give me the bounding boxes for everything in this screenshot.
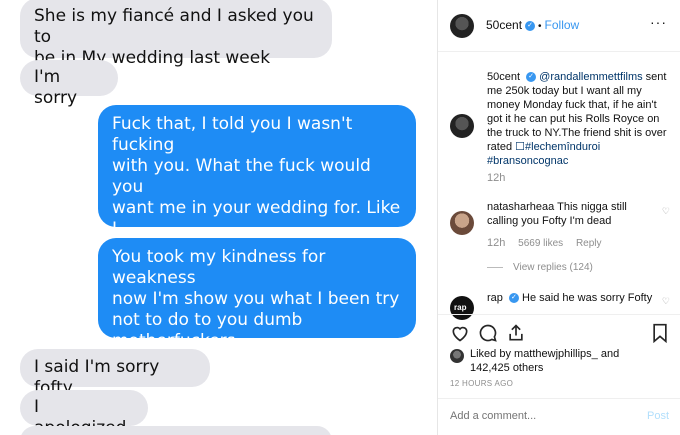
view-replies-label: View replies (124) bbox=[513, 262, 593, 273]
message-bubble-received: I'm sorry bbox=[20, 60, 118, 108]
verified-badge-icon: ✓ bbox=[525, 20, 536, 31]
username-link[interactable]: natasharheaa bbox=[487, 201, 554, 213]
comment-text: He said he was sorry Fofty bbox=[522, 292, 653, 304]
message-bubble-sent: You took my kindness for weakness now I'… bbox=[98, 238, 416, 351]
verified-badge-icon: ✓ bbox=[526, 72, 537, 83]
more-options-icon[interactable]: ··· bbox=[650, 14, 667, 30]
post-actions-bar bbox=[438, 314, 680, 350]
comment-like-heart-icon[interactable]: ♡ bbox=[662, 206, 670, 217]
comment: natasharheaa This nigga still calling yo… bbox=[487, 200, 657, 228]
message-bubble-sent: Fuck that, I told you I wasn't fucking w… bbox=[98, 105, 416, 281]
reply-button[interactable]: Reply bbox=[576, 238, 602, 249]
follow-button[interactable]: Follow bbox=[545, 18, 580, 32]
bookmark-icon[interactable] bbox=[651, 323, 669, 348]
post-comment-button[interactable]: Post bbox=[647, 410, 669, 422]
post-author: 50cent ✓ • Follow bbox=[486, 18, 579, 32]
username-link[interactable]: 50cent bbox=[487, 71, 520, 83]
username-link[interactable]: 50cent bbox=[486, 18, 522, 32]
avatar[interactable] bbox=[450, 349, 464, 363]
view-replies-link[interactable]: View replies (124) bbox=[487, 262, 593, 273]
comment-time: 12h bbox=[487, 237, 506, 249]
comment-meta: 12h 5669 likes Reply bbox=[487, 237, 602, 249]
message-bubble-received bbox=[20, 426, 332, 435]
heart-icon[interactable] bbox=[450, 323, 470, 348]
avatar[interactable] bbox=[450, 211, 474, 235]
comment-like-heart-icon[interactable]: ♡ bbox=[662, 296, 670, 307]
message-bubble-received: She is my fiancé and I asked you to be i… bbox=[20, 0, 332, 68]
likes-summary: Liked by matthewjphillips_ and 142,425 o… bbox=[470, 347, 670, 375]
post-caption: 50cent ✓ @randallemmettfilms sent me 250… bbox=[487, 70, 673, 168]
mention-link[interactable]: @randallemmettfilms bbox=[539, 71, 642, 83]
add-comment-input[interactable] bbox=[450, 410, 630, 422]
message-bubble-received: I apologized bbox=[20, 390, 148, 435]
caption-time: 12h bbox=[487, 172, 506, 184]
message-bubble-received: I said I'm sorry fofty bbox=[20, 349, 210, 398]
comment-icon[interactable] bbox=[478, 323, 498, 348]
comment-likes[interactable]: 5669 likes bbox=[518, 238, 563, 249]
username-link[interactable]: matthewjphillips_ bbox=[514, 348, 598, 360]
likes-count-link[interactable]: 142,425 others bbox=[470, 362, 543, 374]
share-icon[interactable] bbox=[506, 323, 526, 348]
avatar[interactable] bbox=[450, 14, 474, 38]
avatar[interactable] bbox=[450, 114, 474, 138]
add-comment-bar: Post bbox=[438, 398, 680, 435]
comment: rap ✓ He said he was sorry Fofty bbox=[487, 291, 657, 305]
likes-and: and bbox=[597, 348, 620, 360]
post-header: 50cent ✓ • Follow ··· bbox=[438, 0, 680, 52]
verified-badge-icon: ✓ bbox=[508, 293, 519, 304]
username-link[interactable]: rap bbox=[487, 292, 503, 304]
instagram-post-panel: 50cent ✓ • Follow ··· 50cent ✓ @randallemme… bbox=[437, 0, 680, 435]
likes-prefix: Liked by bbox=[470, 348, 515, 360]
separator-dot: • bbox=[538, 21, 542, 32]
divider-line bbox=[487, 266, 503, 268]
post-timestamp[interactable]: 12 HOURS AGO bbox=[450, 379, 513, 388]
text-conversation-screenshot: She is my fiancé and I asked you to be i… bbox=[0, 0, 437, 435]
